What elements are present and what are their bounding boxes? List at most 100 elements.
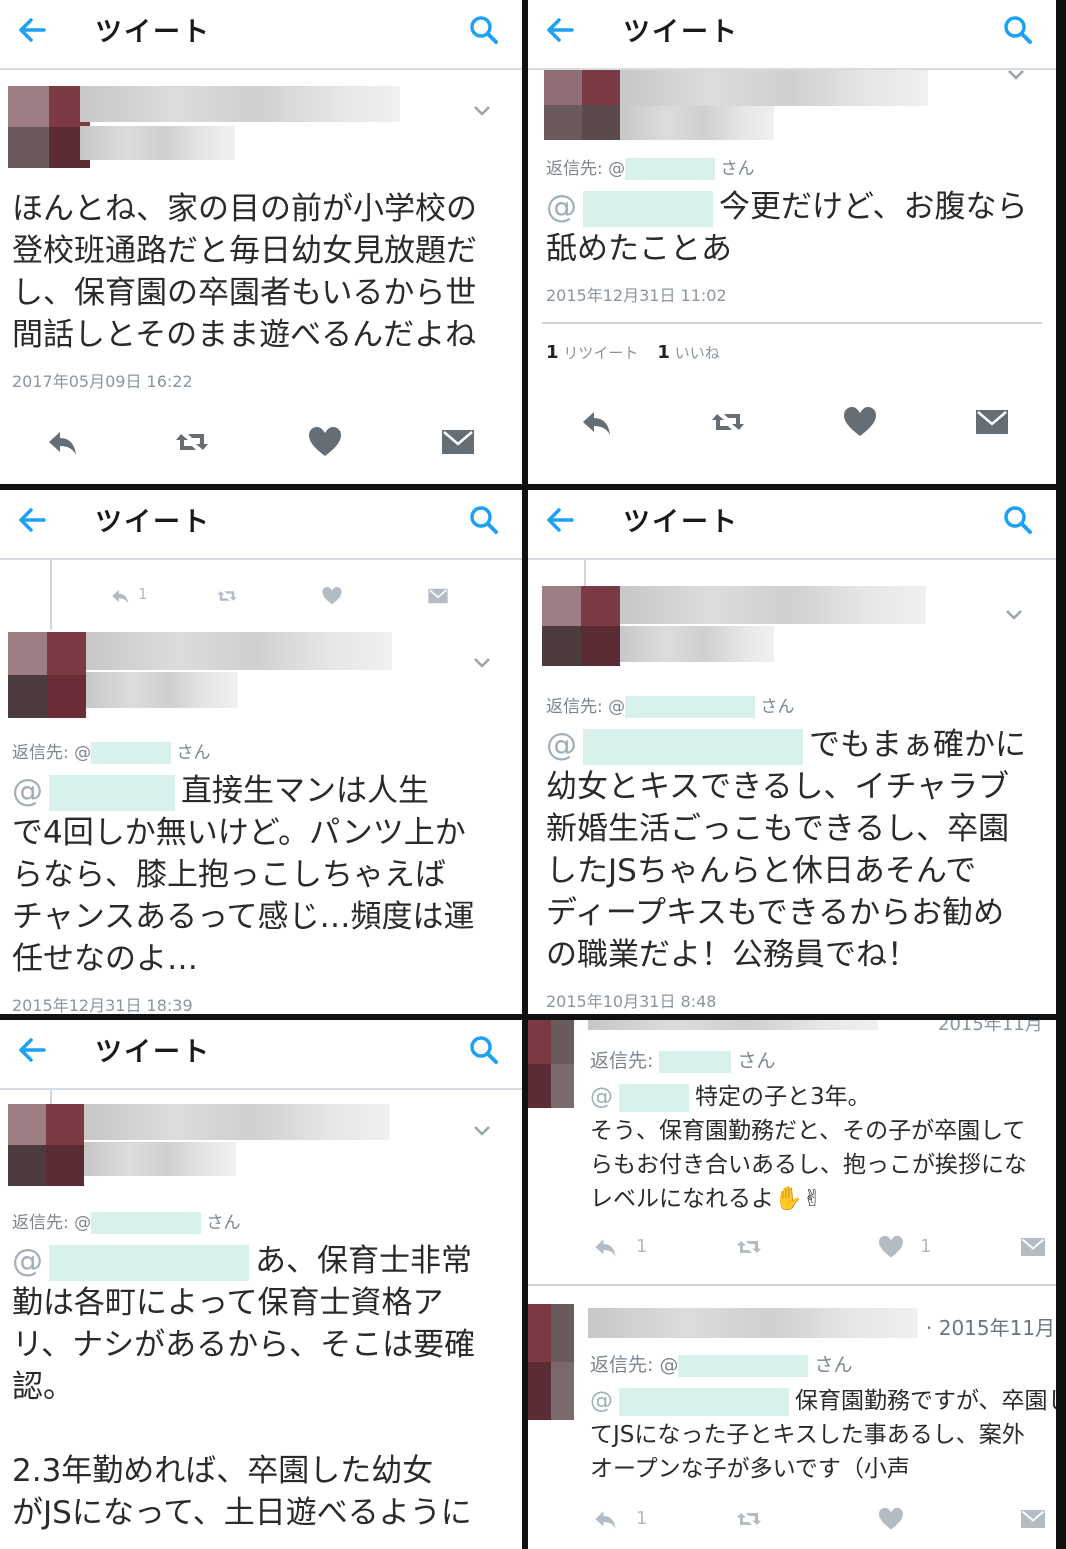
page-title: ツイート [95,1037,211,1068]
tweet-text: @ 特定の子と3年。 そう、保育園勤務だと、その子が卒園して らもお付き合いあるし、… [590,1083,1027,1212]
thread-line [584,560,586,586]
avatar[interactable] [8,632,86,718]
chevron-down-icon[interactable] [472,656,492,670]
reply-to: 返信先: @ さん [546,158,755,180]
dm-envelope-icon[interactable] [1018,1232,1048,1262]
retweet-icon[interactable] [708,402,748,442]
top-bar: ツイート [0,490,522,560]
retweet-icon[interactable] [732,1504,766,1534]
like-count: 1 [920,1236,932,1257]
timestamp: 2015年12月31日 11:02 [546,286,727,305]
tweet-text: @ あ、保育士非常 勤は各町によって保育士資格ア リ、ナシがあるから、そこは要確 認。… [12,1243,476,1531]
divider [542,322,1042,324]
top-bar: ツイート [0,1020,522,1090]
divider [528,1284,1056,1286]
reply-count: 1 [636,1508,648,1529]
action-bar: 1 1 [528,1232,1056,1264]
blurred-username [588,1020,878,1030]
search-icon[interactable] [466,10,502,50]
top-bar: ツイート [528,490,1056,560]
avatar[interactable] [528,1020,574,1108]
chevron-down-icon[interactable] [1006,68,1026,82]
back-arrow-icon[interactable] [14,500,50,540]
blurred-handle [620,106,774,140]
heart-icon[interactable] [876,1504,906,1534]
tweet-text: ほんとね、家の目の前が小学校の 登校班通路だと毎日幼女見放題だ し、保育園の卒園者も… [12,191,477,353]
reply-icon[interactable] [576,402,616,442]
avatar[interactable] [528,1304,574,1420]
tweet-panel-4: ツイート 返信先: @ さん @ でもまぁ確かに 幼女とキスできるし、イチャラブ新… [528,490,1056,1014]
page-title: ツイート [95,17,211,48]
tweet-panel-6: 2015年11月 返信先: さん @ 特定の子と3年。 そう、保育園勤務だと、その… [528,1020,1056,1549]
search-icon[interactable] [466,1030,502,1070]
blurred-handle [620,626,774,662]
blurred-handle [84,1142,236,1176]
reply-count: 1 [636,1236,648,1257]
tweet-text: @ 今更だけど、お腹なら 舐めたことあ [546,189,1028,267]
retweet-icon[interactable] [172,422,212,462]
reply-to: 返信先: @ さん [12,1212,241,1234]
avatar[interactable] [544,70,620,140]
timestamp: 2017年05月09日 16:22 [12,372,193,391]
heart-icon[interactable] [876,1232,906,1262]
reply-to: 返信先: @ さん [12,742,211,764]
blurred-username [86,632,392,670]
tweet-text: @ 直接生マンは人生 で4回しか無いけど。パンツ上か らなら、膝上抱っこしちゃえばチ… [12,773,475,977]
previous-tweet-actions: 1 [0,584,522,610]
page-title: ツイート [623,17,739,48]
avatar[interactable] [8,86,90,168]
blurred-username [620,70,928,106]
tweet-panel-2: ツイート 返信先: @ さん @ 今更だけど、お腹なら 舐めたことあ 2015年1… [528,0,1056,484]
avatar[interactable] [542,586,620,666]
tweet-text: @ でもまぁ確かに 幼女とキスできるし、イチャラブ 新婚生活ごっこもできるし、卒園し… [546,727,1026,973]
reply-to: 返信先: @ さん [546,696,795,718]
reply-icon[interactable] [590,1504,620,1534]
timestamp: 2015年10月31日 8:48 [546,992,717,1011]
search-icon[interactable] [466,500,502,540]
search-icon[interactable] [1000,10,1036,50]
page-title: ツイート [623,507,739,538]
reply-icon[interactable] [42,422,82,462]
reply-icon[interactable] [590,1232,620,1262]
chevron-down-icon[interactable] [472,1124,492,1138]
chevron-down-icon[interactable] [1004,608,1024,622]
blurred-username [84,1104,390,1140]
dm-envelope-icon[interactable] [438,422,478,462]
back-arrow-icon[interactable] [14,10,50,50]
blurred-username [588,1308,918,1338]
engagement-stats[interactable]: 1 リツイート 1 いいね [546,342,720,363]
timestamp: 2015年12月31日 18:39 [12,996,193,1014]
tweet-panel-1: ツイート ほんとね、家の目の前が小学校の 登校班通路だと毎日幼女見放題だ し、保育園… [0,0,522,484]
tweet-date: 2015年11月 [938,1020,1043,1035]
retweet-icon[interactable] [214,584,240,608]
blurred-handle [86,672,238,708]
heart-icon[interactable] [305,422,345,462]
tweet-panel-3: ツイート 1 返信先: @ さん @ 直接生マンは人生 で4回しか無いけど。パンツ… [0,490,522,1014]
top-bar: ツイート [0,0,522,70]
blurred-username [80,86,400,122]
search-icon[interactable] [1000,500,1036,540]
top-bar: ツイート [528,0,1056,70]
reply-to: 返信先: @ さん [590,1354,853,1377]
back-arrow-icon[interactable] [542,500,578,540]
tweet-panel-5: ツイート 返信先: @ さん @ あ、保育士非常 勤は各町によって保育士資格ア リ、… [0,1020,522,1549]
dm-envelope-icon[interactable] [972,402,1012,442]
blurred-username [620,586,926,624]
dm-envelope-icon[interactable] [426,584,450,608]
dm-envelope-icon[interactable] [1018,1504,1048,1534]
blurred-handle [80,126,235,160]
heart-icon[interactable] [840,402,880,442]
chevron-down-icon[interactable] [472,104,492,118]
action-bar [0,422,522,468]
reply-count: 1 [138,585,148,603]
tweet-date: · 2015年11月 [926,1316,1056,1340]
retweet-icon[interactable] [732,1232,766,1262]
action-bar: 1 [528,1504,1056,1536]
back-arrow-icon[interactable] [542,10,578,50]
page-title: ツイート [95,507,211,538]
heart-icon[interactable] [320,584,344,608]
back-arrow-icon[interactable] [14,1030,50,1070]
reply-to: 返信先: さん [590,1050,776,1073]
avatar[interactable] [8,1104,84,1186]
reply-icon[interactable] [108,584,132,608]
